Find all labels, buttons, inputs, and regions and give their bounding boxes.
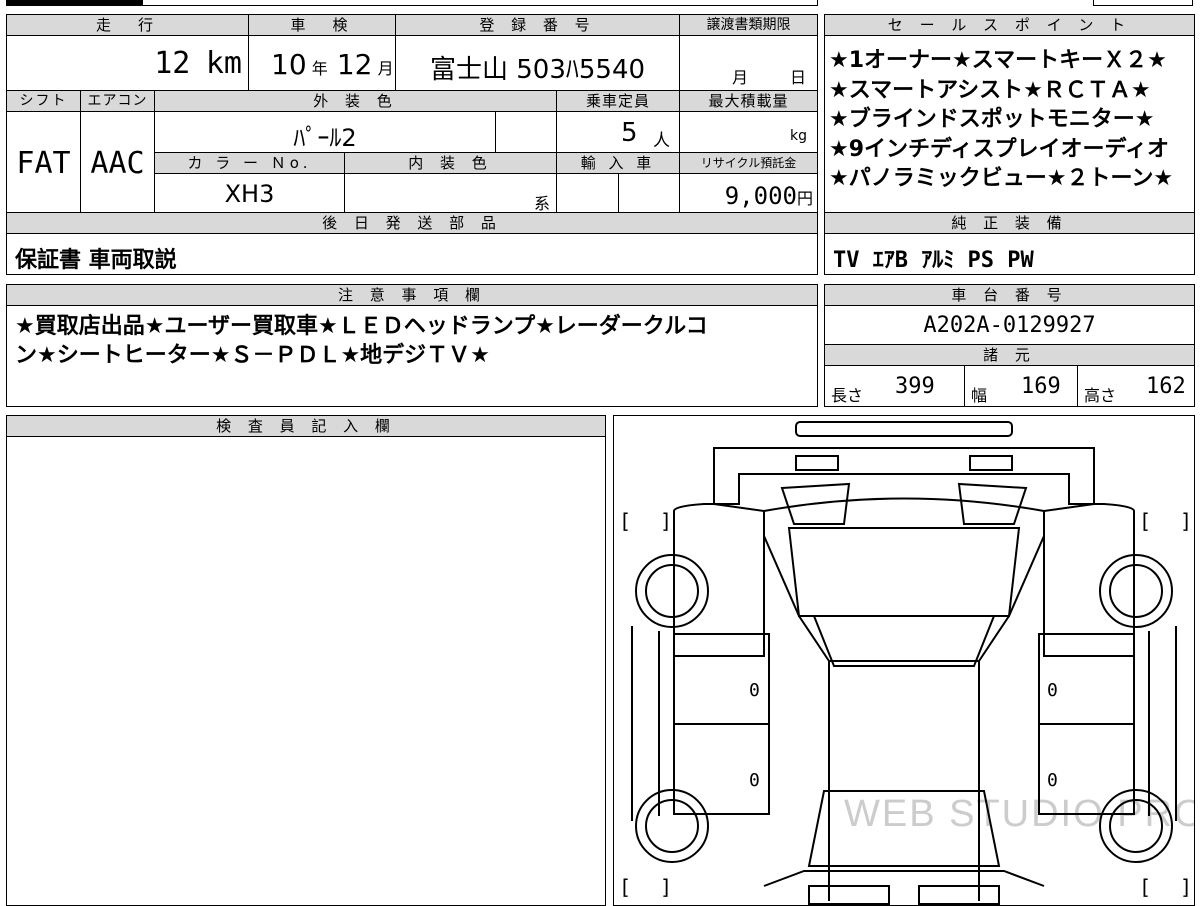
genuine-equipment-value: TV ｴｱB ｱﾙﾐ PS PW (833, 248, 1034, 273)
sales-points-cell: ★1オーナー★スマートキーＸ２★ ★スマートアシスト★ＲＣＴＡ★ ★ブラインドス… (824, 35, 1195, 213)
sales-point-line: ★スマートアシスト★ＲＣＴＡ★ (829, 77, 1151, 103)
notes-cell: ★買取店出品★ユーザー買取車★ＬＥＤヘッドランプ★レーダークルコン★シートヒータ… (6, 305, 818, 407)
mileage-cell: 12 km (6, 35, 249, 91)
bracket-rear-right-open: [ (1139, 875, 1151, 899)
notes-header: 注 意 事 項 欄 (6, 284, 818, 306)
transfer-month-unit: 月 (732, 68, 749, 87)
capacity-cell: 5 人 (556, 111, 680, 153)
load-unit: kg (790, 128, 807, 144)
width-label: 幅 (971, 386, 988, 405)
capacity-value: 5 (621, 118, 638, 148)
capacity-header: 乗車定員 (556, 90, 680, 112)
inspector-area (6, 436, 606, 906)
later-parts-cell: 保証書 車両取説 (6, 233, 818, 275)
car-diagram: WEB STUDIO PRO [ ] [ ] [ ] [ ] 0 0 0 0 (619, 421, 1194, 905)
door-mark: 0 (1047, 680, 1058, 701)
top-black-tab (6, 0, 142, 6)
exterior-extra-cell (495, 111, 557, 153)
specs-header: 諸 元 (824, 344, 1195, 366)
color-no-cell: XH3 (154, 173, 345, 213)
bracket-front-left-close: ] (660, 509, 672, 533)
exterior-header: 外 装 色 (154, 90, 557, 112)
inspector-header: 検 査 員 記 入 欄 (6, 415, 606, 437)
bracket-rear-right-close: ] (1180, 875, 1192, 899)
chassis-value: A202A-0129927 (923, 313, 1096, 338)
car-diagram-panel: WEB STUDIO PRO [ ] [ ] [ ] [ ] 0 0 0 0 (613, 415, 1195, 906)
length-value: 399 (895, 374, 935, 399)
registration-cell: 富士山 503ﾊ5540 (395, 35, 680, 91)
shift-value: FAT (16, 146, 71, 181)
import-header: 輸 入 車 (556, 152, 680, 174)
ac-header: エアコン (80, 90, 155, 112)
load-header: 最大積載量 (679, 90, 818, 112)
sales-point-line: ★ブラインドスポットモニター★ (829, 107, 1155, 132)
bracket-rear-left-close: ] (660, 875, 672, 899)
sales-point-line: ★9インチディスプレイオーディオ (829, 136, 1169, 162)
length-label: 長さ (831, 386, 864, 405)
door-mark: 0 (749, 680, 760, 701)
specs-length-cell: 長さ 399 (824, 365, 965, 407)
door-mark: 0 (1047, 770, 1058, 791)
exterior-cell: ﾊﾟｰﾙ2 (154, 111, 496, 153)
genuine-equipment-cell: TV ｴｱB ｱﾙﾐ PS PW (824, 233, 1195, 275)
recycle-cell: 9,000円 (679, 173, 818, 213)
sales-point-line: ★1オーナー★スマートキーＸ２★ (829, 48, 1167, 73)
exterior-value: ﾊﾟｰﾙ2 (293, 124, 357, 152)
capacity-unit: 人 (653, 131, 670, 151)
height-label: 高さ (1084, 386, 1117, 405)
inspection-cell: 10 年 12 月 (248, 35, 396, 91)
mileage-unit: km (205, 46, 242, 81)
inspection-month: 12 (336, 48, 373, 81)
sales-points-header: セ ー ル ス ポ イ ン ト (824, 14, 1195, 36)
chassis-header: 車 台 番 号 (824, 284, 1195, 306)
load-cell: kg (679, 111, 818, 153)
bracket-rear-left-open: [ (619, 875, 631, 899)
specs-width-cell: 幅 169 (964, 365, 1078, 407)
specs-height-cell: 高さ 162 (1077, 365, 1195, 407)
bracket-front-left-open: [ (619, 509, 631, 533)
color-no-header: カ ラ ー Ｎo. (154, 152, 345, 174)
shift-header: シフト (6, 90, 81, 112)
door-mark: 0 (749, 770, 760, 791)
width-value: 169 (1021, 374, 1061, 399)
shift-cell: FAT (6, 111, 81, 213)
transfer-cell: 月 日 (679, 35, 818, 91)
recycle-value: 9,000 (724, 182, 797, 210)
inspection-year-unit: 年 (311, 59, 328, 78)
watermark: WEB STUDIO PRO (844, 793, 1194, 835)
mileage-header: 走 行 (6, 14, 249, 36)
notes-value: ★買取店出品★ユーザー買取車★ＬＥＤヘッドランプ★レーダークルコン★シートヒータ… (15, 314, 708, 368)
ac-cell: AAC (80, 111, 155, 213)
later-parts-header: 後 日 発 送 部 品 (6, 212, 818, 234)
interior-cell: 系 (344, 173, 557, 213)
interior-header: 内 装 色 (344, 152, 557, 174)
bracket-front-right-close: ] (1180, 509, 1192, 533)
interior-unit: 系 (533, 194, 550, 213)
recycle-unit: 円 (796, 189, 813, 208)
top-strip-cell-right (1093, 0, 1193, 6)
bracket-front-right-open: [ (1139, 509, 1151, 533)
later-parts-value: 保証書 車両取説 (15, 248, 177, 273)
registration-header: 登 録 番 号 (395, 14, 680, 36)
top-strip-cell (142, 0, 818, 6)
registration-value: 富士山 503ﾊ5540 (429, 55, 646, 85)
genuine-equipment-header: 純 正 装 備 (824, 212, 1195, 234)
import-cell-left (556, 173, 619, 213)
recycle-header: リサイクル預託金 (679, 152, 818, 174)
chassis-cell: A202A-0129927 (824, 305, 1195, 345)
inspection-month-unit: 月 (377, 59, 394, 78)
color-no-value: XH3 (224, 180, 275, 208)
height-value: 162 (1146, 374, 1186, 399)
import-cell-right (618, 173, 680, 213)
sales-point-line: ★パノラミックビュー★２トーン★ (829, 166, 1174, 191)
inspection-header: 車 検 (248, 14, 396, 36)
inspection-year: 10 (271, 48, 307, 81)
transfer-day-unit: 日 (790, 68, 807, 87)
transfer-header: 譲渡書類期限 (679, 14, 818, 36)
ac-value: AAC (90, 146, 145, 181)
mileage-value: 12 (154, 46, 191, 81)
